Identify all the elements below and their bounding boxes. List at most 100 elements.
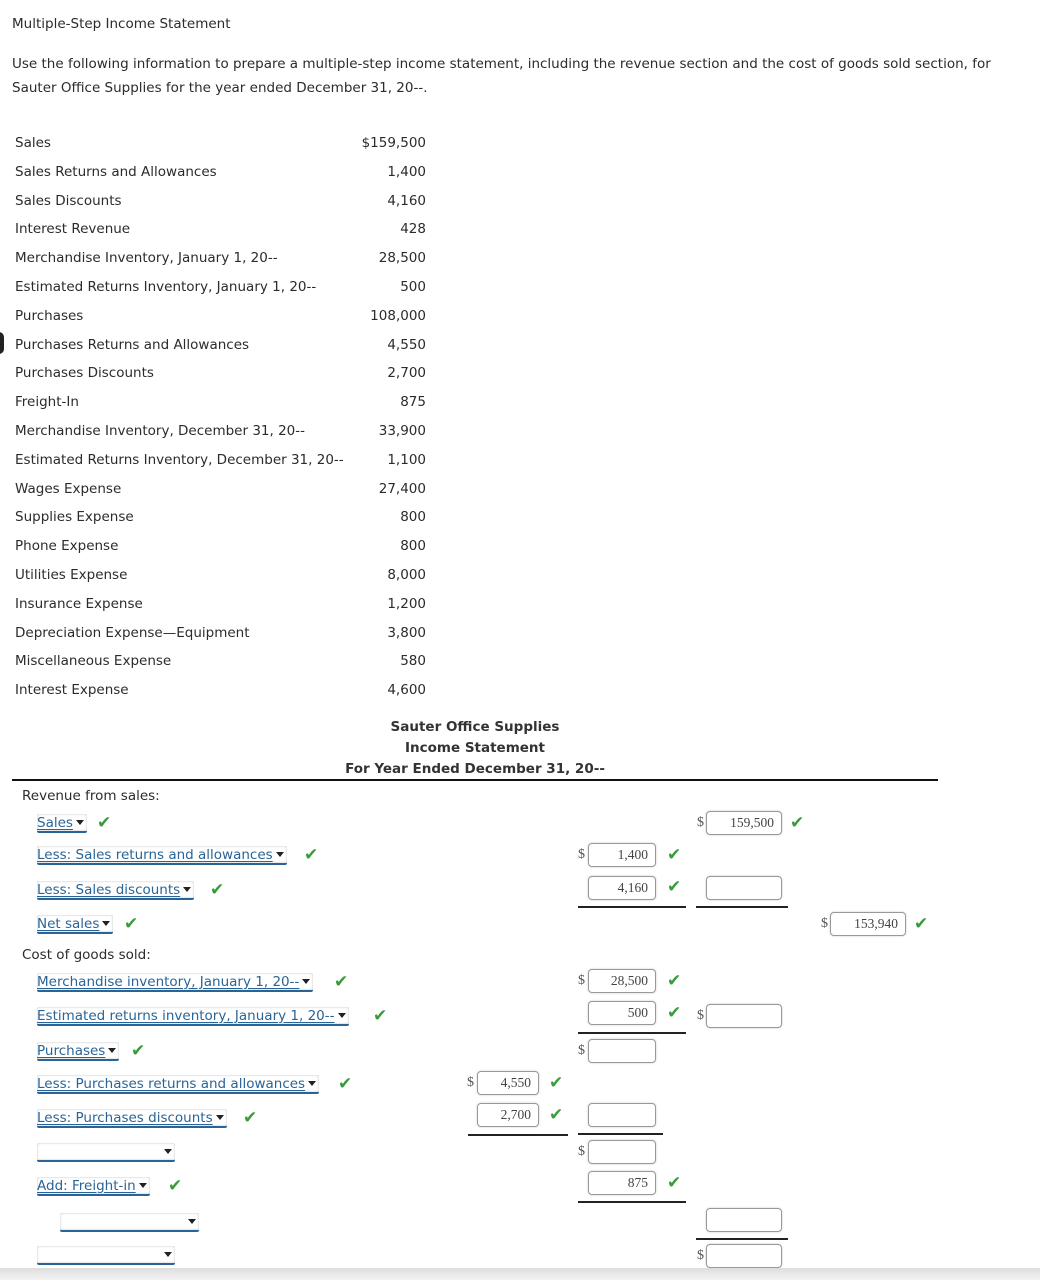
sales-returns-select-value: Less: Sales returns and allowances xyxy=(37,846,273,863)
freight-in-select-value: Add: Freight-in xyxy=(37,1177,136,1194)
underline-rule xyxy=(578,1032,686,1034)
given-item-label: Interest Revenue xyxy=(15,221,131,238)
given-item-label: Sales Returns and Allowances xyxy=(15,163,217,180)
sales-returns-select[interactable]: Less: Sales returns and allowances xyxy=(37,846,287,865)
est-returns-jan-subtotal-input[interactable] xyxy=(706,1004,782,1028)
underline-rule xyxy=(578,1133,663,1135)
blank-select-1[interactable] xyxy=(37,1143,175,1162)
sales-amount-input[interactable]: 159,500 xyxy=(706,811,782,835)
net-sales-select[interactable]: Net sales xyxy=(37,915,114,934)
check-icon: ✔ xyxy=(168,1176,183,1196)
given-item-label: Estimated Returns Inventory, December 31… xyxy=(15,451,344,468)
merch-inv-jan-select[interactable]: Merchandise inventory, January 1, 20-- xyxy=(37,973,314,992)
est-returns-jan-select[interactable]: Estimated returns inventory, January 1, … xyxy=(37,1007,349,1026)
check-icon: ✔ xyxy=(790,813,805,833)
blank-select-2[interactable] xyxy=(60,1213,199,1232)
dollar-sign: $ xyxy=(821,916,828,931)
given-item-value: 800 xyxy=(400,509,426,526)
given-item-label: Purchases Discounts xyxy=(15,365,154,382)
check-icon: ✔ xyxy=(124,914,139,934)
given-item-value: 4,160 xyxy=(387,192,426,209)
given-item-value: 108,000 xyxy=(370,307,426,324)
cogs-heading: Cost of goods sold: xyxy=(22,947,151,963)
sales-discounts-subtotal-input[interactable] xyxy=(706,876,782,900)
given-item-label: Purchases xyxy=(15,307,84,324)
est-returns-jan-select-value: Estimated returns inventory, January 1, … xyxy=(37,1007,335,1024)
header-rule xyxy=(12,779,938,781)
net-sales-select-value: Net sales xyxy=(37,915,100,932)
given-item-value: 800 xyxy=(400,538,426,555)
underline-rule xyxy=(696,906,788,908)
net-sales-amount-input[interactable]: 153,940 xyxy=(830,912,906,936)
check-icon: ✔ xyxy=(338,1074,353,1094)
given-item-label: Sales Discounts xyxy=(15,192,122,209)
check-icon: ✔ xyxy=(549,1105,564,1125)
purch-discounts-amount-input[interactable]: 2,700 xyxy=(477,1103,539,1127)
freight-in-amount-input[interactable]: 875 xyxy=(588,1171,656,1195)
given-item-value: 8,000 xyxy=(387,567,426,583)
check-icon: ✔ xyxy=(549,1073,564,1093)
dollar-sign: $ xyxy=(578,847,585,862)
check-icon: ✔ xyxy=(334,972,349,992)
check-icon: ✔ xyxy=(373,1006,388,1026)
given-item-label: Purchases Returns and Allowances xyxy=(15,336,250,353)
sales-discounts-select-value: Less: Sales discounts xyxy=(37,881,181,898)
sales-discounts-amount-input[interactable]: 4,160 xyxy=(588,876,656,900)
check-icon: ✔ xyxy=(914,914,929,934)
given-item-label: Wages Expense xyxy=(15,480,122,497)
blank-3-amount-input[interactable] xyxy=(706,1244,782,1268)
dollar-sign: $ xyxy=(697,815,704,830)
dollar-sign: $ xyxy=(697,1008,704,1023)
chevron-down-icon xyxy=(188,1219,196,1224)
purch-discounts-subtotal-input[interactable] xyxy=(588,1103,656,1127)
given-item-value: 428 xyxy=(400,221,426,238)
purchases-select[interactable]: Purchases xyxy=(37,1042,120,1061)
check-icon: ✔ xyxy=(131,1041,146,1061)
given-item-label: Freight-In xyxy=(15,394,79,411)
purch-returns-amount-input[interactable]: 4,550 xyxy=(477,1071,539,1095)
chevron-down-icon xyxy=(337,1013,346,1018)
given-item-label: Insurance Expense xyxy=(15,595,143,612)
bottom-scroll-edge xyxy=(0,1268,1040,1280)
merch-inv-jan-amount-input[interactable]: 28,500 xyxy=(588,969,656,993)
instructions: Use the following information to prepare… xyxy=(12,56,991,96)
underline-rule xyxy=(578,906,686,908)
given-item-value: $159,500 xyxy=(361,135,426,151)
given-item-value: 1,200 xyxy=(387,595,426,612)
merch-inv-jan-select-value: Merchandise inventory, January 1, 20-- xyxy=(37,973,300,990)
chevron-down-icon xyxy=(302,979,311,984)
purchases-amount-input[interactable] xyxy=(588,1039,656,1063)
blank-1-amount-input[interactable] xyxy=(588,1140,656,1164)
given-item-label: Depreciation Expense—Equipment xyxy=(15,624,250,641)
chevron-down-icon xyxy=(183,887,192,892)
check-icon: ✔ xyxy=(667,877,682,897)
est-returns-jan-amount-input[interactable]: 500 xyxy=(588,1001,656,1025)
revenue-heading: Revenue from sales: xyxy=(22,788,160,804)
purch-returns-select-value: Less: Purchases returns and allowances xyxy=(37,1075,306,1092)
underline-rule xyxy=(696,1238,788,1240)
freight-in-select[interactable]: Add: Freight-in xyxy=(37,1177,150,1196)
given-item-value: 580 xyxy=(400,653,426,670)
check-icon: ✔ xyxy=(667,971,682,991)
page-title: Multiple-Step Income Statement xyxy=(12,16,231,32)
given-item-value: 1,400 xyxy=(387,163,426,180)
purch-returns-select[interactable]: Less: Purchases returns and allowances xyxy=(37,1075,320,1094)
check-icon: ✔ xyxy=(210,880,225,900)
given-item-value: 33,900 xyxy=(378,423,426,439)
purch-discounts-select[interactable]: Less: Purchases discounts xyxy=(37,1109,227,1128)
chevron-down-icon xyxy=(275,852,284,857)
blank-select-3[interactable] xyxy=(37,1246,175,1265)
sales-returns-amount-input[interactable]: 1,400 xyxy=(588,843,656,867)
chevron-down-icon xyxy=(308,1081,317,1086)
sales-discounts-select[interactable]: Less: Sales discounts xyxy=(37,881,195,900)
sales-select[interactable]: Sales xyxy=(37,814,87,833)
given-item-label: Interest Expense xyxy=(15,682,129,699)
chevron-down-icon xyxy=(75,820,84,825)
edge-marker xyxy=(0,332,4,354)
blank-2-amount-input[interactable] xyxy=(706,1208,782,1232)
check-icon: ✔ xyxy=(304,845,319,865)
given-item-value: 4,600 xyxy=(387,682,426,699)
purchases-select-value: Purchases xyxy=(37,1042,106,1059)
sales-select-value: Sales xyxy=(37,814,73,831)
dollar-sign: $ xyxy=(467,1075,474,1090)
